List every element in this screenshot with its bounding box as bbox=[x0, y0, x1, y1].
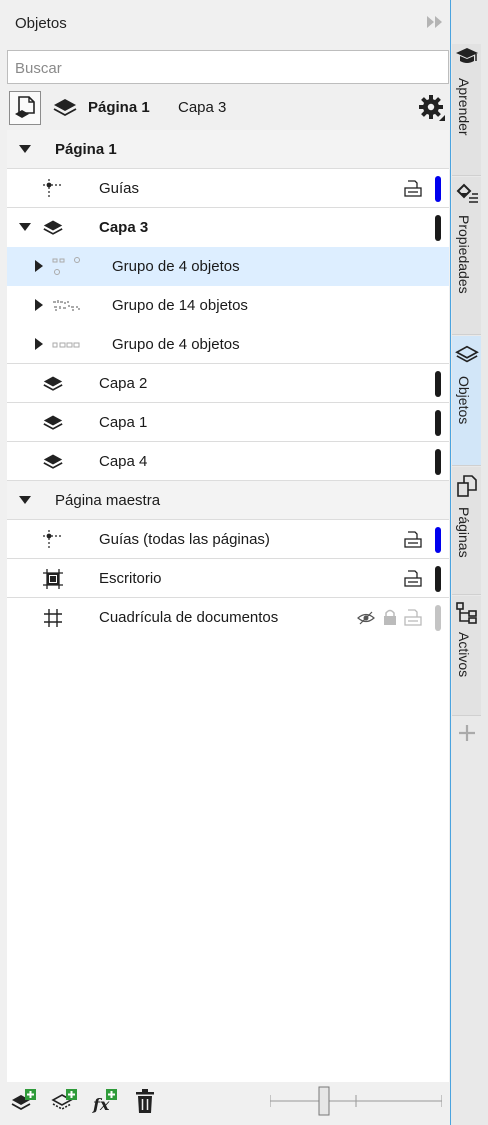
layer-label: Capa 2 bbox=[99, 375, 148, 392]
eye-hidden-icon[interactable] bbox=[357, 609, 375, 627]
lock-icon[interactable] bbox=[382, 608, 398, 626]
layer-label: Capa 3 bbox=[99, 219, 149, 236]
master-page-row[interactable]: Página maestra bbox=[7, 481, 449, 520]
desktop-label: Escritorio bbox=[99, 570, 162, 587]
layer-icon bbox=[41, 216, 65, 240]
group-row[interactable]: Grupo de 14 objetos bbox=[7, 286, 449, 325]
page-label: Página 1 bbox=[55, 141, 117, 158]
group-thumbnail-icon bbox=[52, 255, 82, 279]
layer-icon bbox=[51, 94, 79, 122]
thumbnail-size-slider[interactable] bbox=[270, 1085, 442, 1117]
add-effect-button[interactable]: fx bbox=[91, 1087, 119, 1115]
side-tab-strip: Aprender Propiedades Objetos Páginas Act… bbox=[452, 0, 488, 1125]
tab-activos[interactable]: Activos bbox=[452, 596, 481, 716]
docker-bottom-toolbar: fx bbox=[7, 1083, 449, 1119]
expand-arrow-icon[interactable] bbox=[32, 298, 46, 312]
desktop-row[interactable]: Escritorio bbox=[7, 559, 449, 598]
properties-icon bbox=[454, 181, 479, 206]
expand-arrow-icon[interactable] bbox=[32, 259, 46, 273]
tab-propiedades[interactable]: Propiedades bbox=[452, 177, 481, 335]
tab-aprender-label: Aprender bbox=[456, 78, 472, 136]
printer-icon[interactable] bbox=[403, 179, 423, 199]
layer-color-swatch[interactable] bbox=[435, 527, 441, 553]
layer-icon bbox=[41, 411, 65, 435]
printer-icon[interactable] bbox=[403, 530, 423, 550]
tab-objetos-label: Objetos bbox=[456, 376, 472, 425]
expand-docker-icon[interactable] bbox=[424, 11, 446, 33]
layer-color-swatch[interactable] bbox=[435, 215, 441, 241]
page-view-button[interactable] bbox=[9, 91, 41, 125]
collapse-arrow-icon[interactable] bbox=[18, 493, 32, 507]
search-input[interactable]: Buscar bbox=[7, 50, 449, 84]
guides-layer-row[interactable]: Guías bbox=[7, 169, 449, 208]
layer-color-swatch[interactable] bbox=[435, 449, 441, 475]
docker-titlebar: Objetos bbox=[0, 0, 451, 44]
layer-row-capa-3[interactable]: Capa 3 bbox=[7, 208, 449, 247]
layer-color-swatch[interactable] bbox=[435, 566, 441, 592]
layer-color-swatch[interactable] bbox=[435, 176, 441, 202]
layer-label: Capa 1 bbox=[99, 414, 148, 431]
tab-propiedades-label: Propiedades bbox=[456, 215, 472, 294]
master-page-label: Página maestra bbox=[55, 492, 161, 509]
object-tree: Página 1 Guías Capa 3 Grupo de 4 objetos… bbox=[7, 130, 449, 1082]
document-grid-row[interactable]: Cuadrícula de documentos bbox=[7, 598, 449, 637]
document-grid-label: Cuadrícula de documentos bbox=[99, 609, 279, 626]
group-row[interactable]: Grupo de 4 objetos bbox=[7, 247, 449, 286]
layer-icon bbox=[41, 450, 65, 474]
master-guides-label: Guías (todas las páginas) bbox=[99, 531, 270, 548]
group-row[interactable]: Grupo de 4 objetos bbox=[7, 325, 449, 364]
layer-icon bbox=[41, 372, 65, 396]
layer-row-capa-2[interactable]: Capa 2 bbox=[7, 364, 449, 403]
tab-activos-label: Activos bbox=[456, 632, 472, 678]
layer-label: Capa 4 bbox=[99, 453, 148, 470]
collapse-arrow-icon[interactable] bbox=[18, 142, 32, 156]
objects-docker: Objetos Buscar Página 1 Capa 3 Página 1 … bbox=[0, 0, 451, 1125]
current-page-label[interactable]: Página 1 bbox=[88, 99, 150, 116]
layer-color-swatch[interactable] bbox=[435, 371, 441, 397]
group-label: Grupo de 4 objetos bbox=[112, 336, 240, 353]
layer-row-capa-1[interactable]: Capa 1 bbox=[7, 403, 449, 442]
docker-title: Objetos bbox=[15, 15, 67, 32]
objects-icon bbox=[454, 342, 479, 367]
new-master-layer-button[interactable] bbox=[51, 1087, 79, 1115]
layer-color-swatch[interactable] bbox=[435, 410, 441, 436]
tab-aprender[interactable]: Aprender bbox=[452, 44, 481, 176]
group-label: Grupo de 14 objetos bbox=[112, 297, 248, 314]
graduation-cap-icon bbox=[454, 44, 479, 69]
assets-icon bbox=[454, 600, 479, 625]
current-layer-label[interactable]: Capa 3 bbox=[178, 99, 226, 116]
guides-icon bbox=[41, 177, 65, 201]
group-thumbnail-icon bbox=[52, 333, 82, 357]
grid-icon bbox=[41, 606, 65, 630]
trash-icon[interactable] bbox=[131, 1087, 159, 1115]
tab-paginas-label: Páginas bbox=[456, 507, 472, 558]
page-row[interactable]: Página 1 bbox=[7, 130, 449, 169]
group-thumbnail-icon bbox=[52, 294, 82, 318]
new-layer-button[interactable] bbox=[10, 1087, 38, 1115]
collapse-arrow-icon[interactable] bbox=[18, 220, 32, 234]
printer-icon[interactable] bbox=[403, 608, 423, 628]
master-guides-row[interactable]: Guías (todas las páginas) bbox=[7, 520, 449, 559]
tab-objetos[interactable]: Objetos bbox=[452, 336, 481, 466]
tab-paginas[interactable]: Páginas bbox=[452, 467, 481, 595]
desktop-icon bbox=[41, 567, 65, 591]
guides-icon bbox=[41, 528, 65, 552]
guides-label: Guías bbox=[99, 180, 140, 197]
objects-toolbar: Página 1 Capa 3 bbox=[7, 88, 449, 128]
add-tab-icon[interactable] bbox=[456, 722, 478, 744]
expand-arrow-icon[interactable] bbox=[32, 337, 46, 351]
layer-color-swatch[interactable] bbox=[435, 605, 441, 631]
group-label: Grupo de 4 objetos bbox=[112, 258, 240, 275]
printer-icon[interactable] bbox=[403, 569, 423, 589]
layer-row-capa-4[interactable]: Capa 4 bbox=[7, 442, 449, 481]
pages-icon bbox=[454, 473, 479, 498]
gear-icon[interactable] bbox=[417, 93, 447, 123]
